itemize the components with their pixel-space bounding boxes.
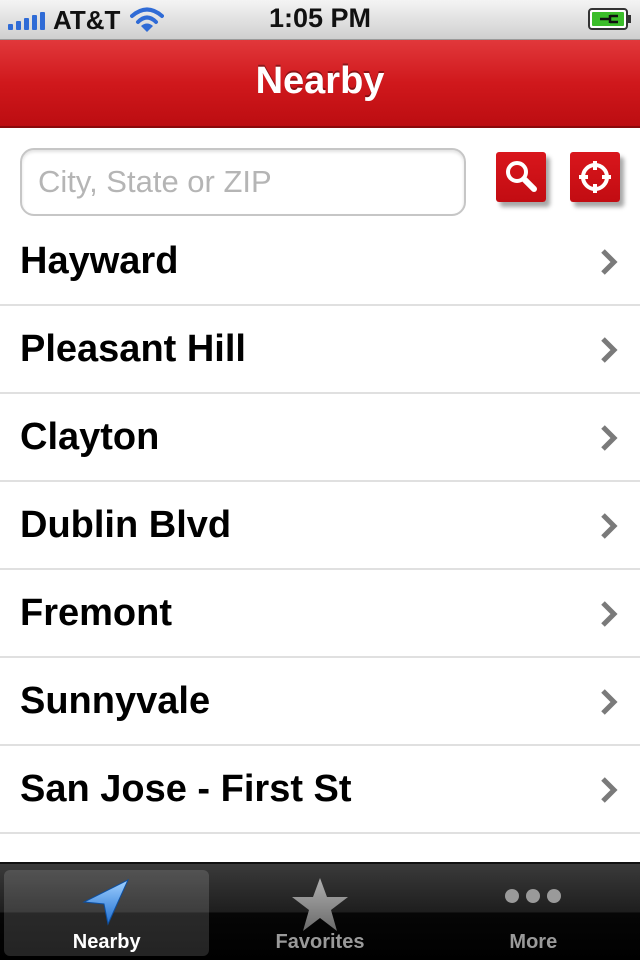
chevron-right-icon xyxy=(601,777,618,803)
location-list: Hayward Pleasant Hill Clayton Dublin Blv… xyxy=(0,218,640,922)
tab-label: Favorites xyxy=(275,931,365,953)
page-title: Nearby xyxy=(255,60,385,102)
tab-label: More xyxy=(509,931,558,953)
list-item-label: Sunnyvale xyxy=(20,679,211,722)
chevron-right-icon xyxy=(601,513,618,539)
list-item-label: Hayward xyxy=(20,239,179,282)
status-time: 1:05 PM xyxy=(268,3,372,33)
list-item[interactable]: Pleasant Hill xyxy=(0,306,640,394)
tab-bar: Nearby Favorites More xyxy=(0,862,640,960)
tab-more[interactable]: More xyxy=(427,864,640,960)
navigation-bar: Nearby xyxy=(0,40,640,128)
list-item[interactable]: San Jose - First St xyxy=(0,746,640,834)
more-dots-icon xyxy=(505,889,562,903)
list-item[interactable]: Sunnyvale xyxy=(0,658,640,746)
list-item[interactable]: Dublin Blvd xyxy=(0,482,640,570)
current-location-button[interactable] xyxy=(570,152,620,202)
list-item[interactable]: Hayward xyxy=(0,218,640,306)
list-item[interactable]: Clayton xyxy=(0,394,640,482)
search-row xyxy=(0,130,640,230)
chevron-right-icon xyxy=(601,601,618,627)
crosshair-icon xyxy=(579,161,611,193)
chevron-right-icon xyxy=(601,425,618,451)
location-arrow-icon xyxy=(81,878,129,926)
chevron-right-icon xyxy=(601,249,618,275)
list-item-label: San Jose - First St xyxy=(20,767,352,810)
list-item[interactable]: Fremont xyxy=(0,570,640,658)
location-search-input[interactable] xyxy=(20,148,466,216)
chevron-right-icon xyxy=(601,337,618,363)
list-item-label: Dublin Blvd xyxy=(20,503,232,546)
tab-label: Nearby xyxy=(72,931,141,953)
tab-nearby[interactable]: Nearby xyxy=(0,864,213,960)
chevron-right-icon xyxy=(601,689,618,715)
star-icon xyxy=(291,878,348,931)
tab-favorites[interactable]: Favorites xyxy=(213,864,426,960)
list-item-label: Clayton xyxy=(20,415,160,458)
battery-charging-icon xyxy=(588,8,631,30)
list-item-label: Pleasant Hill xyxy=(20,327,246,370)
magnifier-icon xyxy=(506,161,537,192)
status-bar: AT&T 1:05 PM xyxy=(0,0,640,40)
list-item-label: Fremont xyxy=(20,591,172,634)
search-button[interactable] xyxy=(496,152,546,202)
